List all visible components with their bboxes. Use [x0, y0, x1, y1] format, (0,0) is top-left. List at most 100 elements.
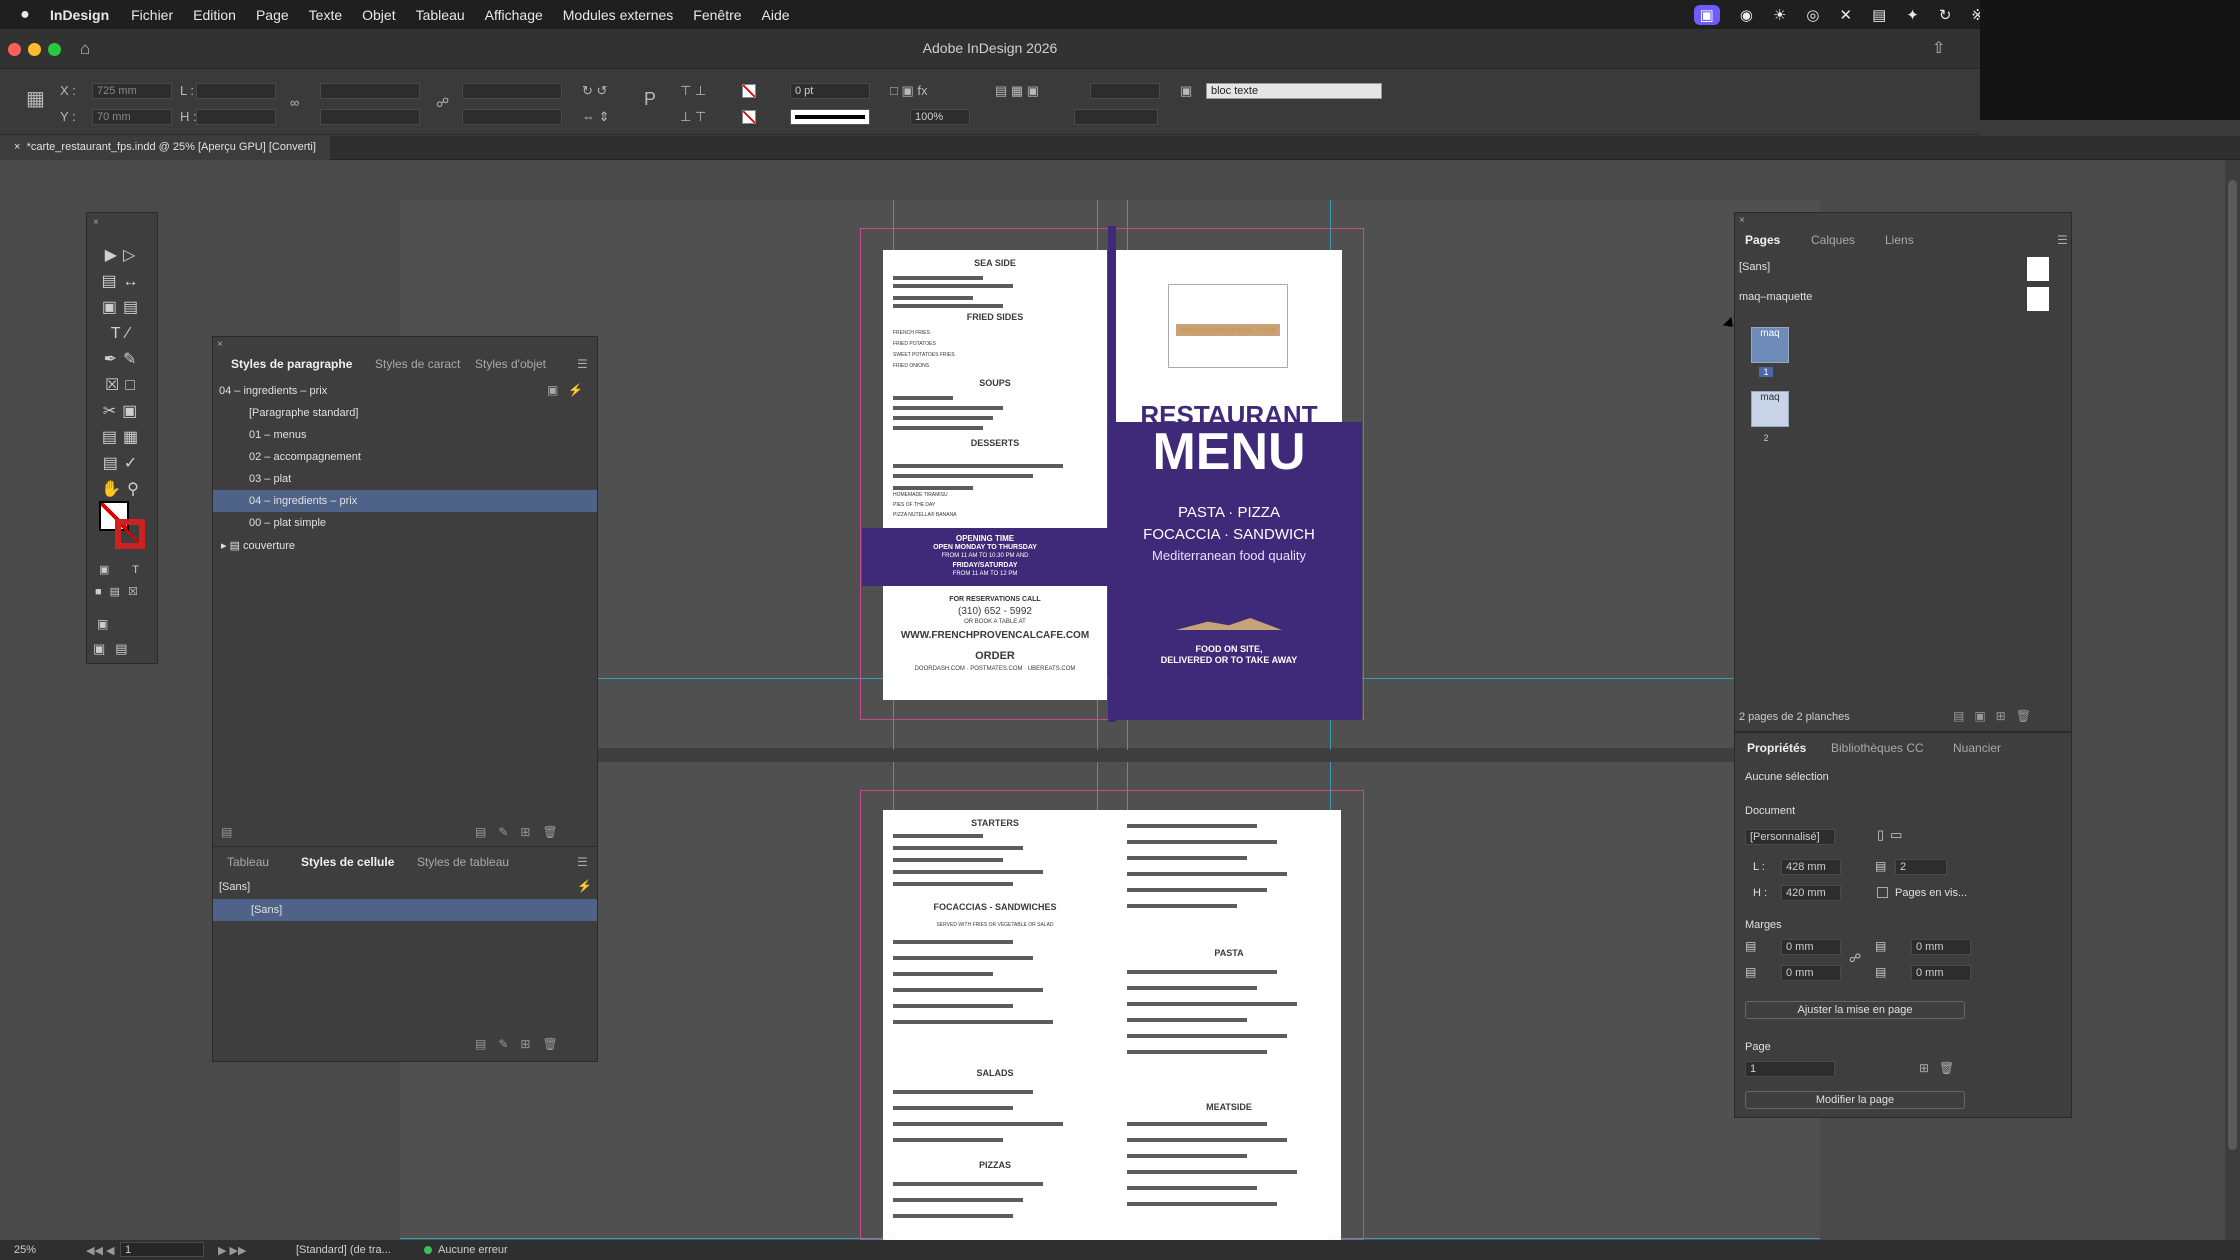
style-group[interactable]: ▸ ▤ couverture — [221, 539, 295, 552]
type-p-icon[interactable]: P — [644, 90, 656, 108]
style-item[interactable]: 02 – accompagnement — [249, 451, 361, 463]
pages-footer-icons[interactable]: ▤▣⊞🗑 — [1953, 709, 2041, 723]
page-2-thumb[interactable]: maq — [1751, 391, 1789, 427]
network-icon[interactable]: ◎ — [1806, 6, 1819, 24]
screen-mode-icon[interactable]: ▣ — [97, 617, 108, 631]
app-menu[interactable]: InDesign — [50, 7, 109, 23]
tab-object-styles[interactable]: Styles d'objet — [475, 357, 546, 371]
shear-field[interactable] — [462, 109, 562, 125]
close-tab-icon[interactable]: × — [14, 141, 20, 153]
menu-page[interactable]: Page — [256, 7, 289, 23]
menu-objet[interactable]: Objet — [362, 7, 395, 23]
note-tool-icon[interactable]: ▤✓ — [101, 451, 145, 477]
height-field[interactable] — [196, 109, 276, 125]
page-next-icons[interactable]: ▶ ▶▶ — [218, 1244, 246, 1257]
tab-properties[interactable]: Propriétés — [1747, 741, 1806, 755]
doc-height-field[interactable]: 420 mm — [1781, 885, 1841, 901]
format-icons[interactable]: ▣ T — [99, 563, 149, 576]
tab-swatches[interactable]: Nuancier — [1953, 741, 2001, 755]
scale-x-field[interactable] — [320, 83, 420, 99]
menu-fenetre[interactable]: Fenêtre — [693, 7, 741, 23]
panel-menu-icon[interactable]: ☰ — [2057, 233, 2068, 247]
master-maquette[interactable]: maq–maquette — [1739, 291, 1812, 303]
style-item[interactable]: 01 – menus — [249, 429, 306, 441]
pen-tool-icon[interactable]: ✒✎ — [101, 347, 145, 373]
tab-cc-libraries[interactable]: Bibliothèques CC — [1831, 741, 1924, 755]
content-tool-icon[interactable]: ▣▤ — [101, 295, 145, 321]
corner-select[interactable] — [1074, 109, 1158, 125]
view-mode-icons[interactable]: ▣▤ — [93, 641, 138, 657]
menu-tableau[interactable]: Tableau — [416, 7, 465, 23]
stroke-weight-field[interactable]: 0 pt — [790, 83, 870, 99]
page-nav-icons[interactable]: ◀◀ ◀ — [86, 1244, 114, 1257]
pages-count-field[interactable]: 2 — [1895, 859, 1947, 875]
cell-footer-icons[interactable]: ▤✎⊞🗑 — [475, 1037, 570, 1051]
lightning-icon[interactable]: ⚡ — [577, 879, 592, 893]
extension-icon[interactable]: ◉ — [1740, 6, 1753, 24]
cover-top[interactable]: FRENCH PROVENCAL CAFE — [1116, 250, 1342, 422]
margin-link-icon[interactable]: ☍ — [1849, 951, 1861, 965]
margin-top-field[interactable]: 0 mm — [1781, 939, 1841, 955]
align-icon[interactable]: ⊤ ⊥ — [680, 83, 706, 99]
master-none[interactable]: [Sans] — [1739, 261, 1770, 273]
page-2-spread[interactable]: STARTERS FOCACCIAS - SANDWICHES SERVED W… — [883, 810, 1341, 1240]
constrain-icon[interactable]: ∞ — [290, 95, 299, 111]
tab-table-styles[interactable]: Styles de tableau — [417, 855, 509, 869]
gradient-tool-icon[interactable]: ▤▦ — [101, 425, 145, 451]
orientation-icons[interactable]: ▯▭ — [1877, 827, 1908, 843]
preflight-status[interactable]: Aucune erreur — [438, 1244, 508, 1256]
zoom-level[interactable]: 25% — [14, 1244, 36, 1256]
load-styles-icon[interactable]: ▤ — [221, 825, 232, 839]
type-tool-icon[interactable]: T∕ — [101, 321, 145, 347]
tab-links[interactable]: Liens — [1885, 233, 1914, 247]
document-tab[interactable]: × *carte_restaurant_fps.indd @ 25% [Aper… — [0, 136, 330, 160]
vertical-scroll-thumb[interactable] — [2228, 180, 2237, 1150]
width-field[interactable] — [196, 83, 276, 99]
page-1-thumb[interactable]: maq — [1751, 327, 1789, 363]
master-maquette-thumb[interactable] — [2027, 287, 2049, 311]
apply-color-icons[interactable]: ■▤☒ — [95, 585, 146, 598]
modify-page-button[interactable]: Modifier la page — [1745, 1091, 1965, 1109]
menu-fichier[interactable]: Fichier — [131, 7, 173, 23]
frame-option-field[interactable] — [1090, 83, 1160, 99]
menu-texte[interactable]: Texte — [309, 7, 342, 23]
page-select[interactable]: 1 — [1745, 1061, 1835, 1077]
x-field[interactable]: 725 mm — [92, 83, 172, 99]
history-icon[interactable]: ↻ — [1939, 6, 1952, 24]
margin-bottom-field[interactable]: 0 mm — [1781, 965, 1841, 981]
tab-paragraph-styles[interactable]: Styles de paragraphe — [231, 357, 352, 371]
menu-affichage[interactable]: Affichage — [485, 7, 543, 23]
tab-table[interactable]: Tableau — [227, 855, 269, 869]
opacity-field[interactable]: 100% — [910, 109, 970, 125]
adjust-layout-button[interactable]: Ajuster la mise en page — [1745, 1001, 1965, 1019]
page-field[interactable]: 1 — [120, 1242, 204, 1257]
scale-y-field[interactable] — [320, 109, 420, 125]
stroke-swatch[interactable] — [742, 110, 756, 124]
style-indicator[interactable]: [Standard] (de tra... — [296, 1244, 391, 1256]
close-panel-icon[interactable]: × — [1739, 215, 1745, 226]
fill-swatch[interactable] — [742, 84, 756, 98]
close-panel-icon[interactable]: × — [217, 339, 223, 350]
rotation-field[interactable] — [462, 83, 562, 99]
panel-menu-icon[interactable]: ☰ — [577, 357, 588, 371]
text-wrap-icon[interactable]: ▤ ▦ ▣ — [995, 83, 1039, 99]
page-add-delete-icons[interactable]: ⊞🗑 — [1919, 1061, 1964, 1075]
page-tool-icon[interactable]: ▤↔ — [101, 269, 145, 295]
master-none-thumb[interactable] — [2027, 257, 2049, 281]
tab-pages[interactable]: Pages — [1745, 233, 1780, 247]
menu-edition[interactable]: Edition — [193, 7, 236, 23]
stroke-style-select[interactable] — [790, 109, 870, 125]
style-item[interactable]: [Paragraphe standard] — [249, 407, 358, 419]
document-preset-select[interactable]: [Personnalisé] — [1745, 829, 1835, 845]
style-item-selected[interactable]: 04 – ingredients – prix — [213, 490, 597, 512]
new-style-icons[interactable]: ▣⚡ — [547, 383, 593, 397]
apple-icon[interactable]: ● — [0, 6, 50, 24]
style-item[interactable]: 00 – plat simple — [249, 517, 326, 529]
style-footer-icons[interactable]: ▤✎⊞🗑 — [475, 825, 570, 839]
screen-share-icon[interactable]: ▣ — [1693, 4, 1720, 25]
menu-modules[interactable]: Modules externes — [563, 7, 674, 23]
margin-left-field[interactable]: 0 mm — [1911, 939, 1971, 955]
tab-layers[interactable]: Calques — [1811, 233, 1855, 247]
tab-character-styles[interactable]: Styles de caract — [375, 357, 460, 371]
cell-style-item[interactable]: [Sans] — [213, 899, 597, 921]
